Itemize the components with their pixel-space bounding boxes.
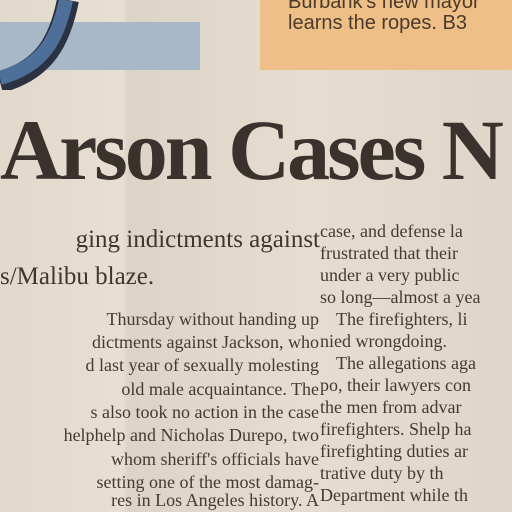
body-line: helphelp and Nicholas Durepo, two: [63, 425, 319, 445]
body-line: The firefighters, li: [336, 309, 468, 329]
body-line: the men from advar: [320, 397, 462, 417]
body-line: old male acquaintance. The: [121, 379, 319, 399]
body-line: The allegations aga: [336, 353, 476, 373]
body-line: Thursday without handing up: [106, 309, 319, 329]
body-line: case, and defense la: [320, 221, 463, 241]
teaser-line-2: learns the ropes. B3: [288, 12, 467, 34]
body-line: nied wrongdoing.: [320, 331, 447, 351]
headline: Arson Cases N: [0, 102, 504, 198]
body-line: s also took no action in the case: [90, 402, 319, 422]
body-line: frustrated that their: [320, 243, 458, 263]
deck-line: ging indictments against: [75, 226, 320, 253]
body-line: trative duty by th: [320, 463, 444, 483]
body-line: under a very public: [320, 265, 460, 285]
deck-line: s/Malibu blaze.: [0, 263, 155, 290]
body-line: Department while th: [320, 485, 468, 505]
body-line: res in Los Angeles history. A: [111, 490, 319, 510]
body-line: dictments against Jackson, who: [92, 332, 319, 352]
body-line: d last year of sexually molesting: [85, 355, 319, 375]
body-line: whom sheriff's officials have: [110, 449, 319, 469]
blue-logo-graphic: [0, 0, 79, 90]
body-line: po, their lawyers con: [320, 375, 471, 395]
body-line: firefighters. Shelp ha: [320, 419, 472, 439]
body-line: so long—almost a yea: [320, 287, 481, 307]
body-line: firefighting duties ar: [320, 441, 468, 461]
